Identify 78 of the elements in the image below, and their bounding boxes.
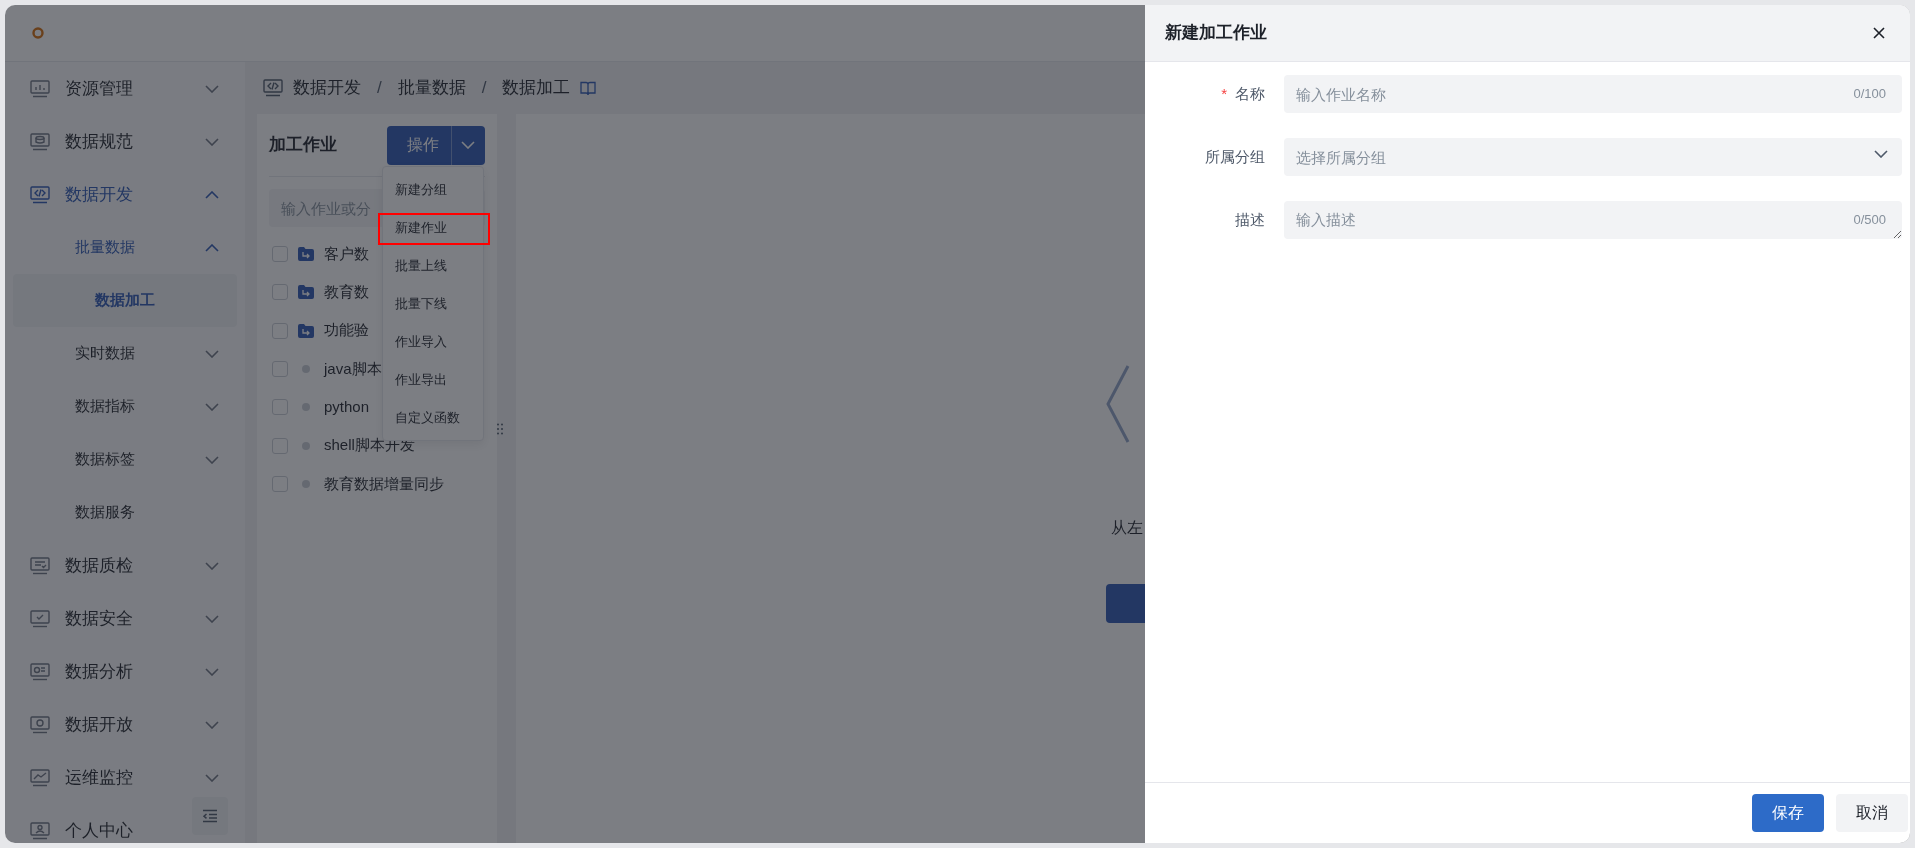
select-field[interactable]: 选择所属分组 (1284, 138, 1902, 176)
breadcrumb-separator: / (377, 77, 382, 100)
chevron-icon (205, 561, 219, 570)
caret-icon (461, 141, 475, 149)
chevron-icon (205, 349, 219, 358)
menu-item[interactable]: 批量下线 (383, 285, 483, 323)
sidebar-item[interactable]: 数据指标 (13, 380, 237, 433)
monitor-icon (30, 662, 50, 681)
breadcrumb-separator: / (481, 77, 487, 100)
drawer-title: 新建加工作业 (1165, 22, 1267, 45)
monitor-icon (30, 821, 50, 840)
tree-item[interactable]: java脚本 (324, 357, 382, 381)
sidebar-item[interactable]: 数据质检 (13, 539, 237, 592)
action-button[interactable]: 操作 (387, 125, 451, 165)
sidebar-item[interactable]: 批量数据 (13, 221, 237, 274)
sidebar-item[interactable]: 实时数据 (13, 327, 237, 380)
menu-item[interactable]: 批量上线 (383, 247, 483, 285)
sidebar-item[interactable]: 数据开发 (13, 168, 237, 221)
chevron-icon (205, 455, 219, 464)
monitor-icon (30, 609, 50, 628)
menu-item[interactable]: 作业导入 (383, 323, 483, 361)
code-icon (263, 79, 283, 97)
chevron-icon (205, 720, 219, 729)
folder-icon (298, 285, 314, 300)
sidebar-item[interactable]: 数据服务 (13, 486, 237, 539)
monitor-icon (30, 132, 50, 151)
monitor-icon (30, 79, 50, 98)
chevron-icon (205, 190, 219, 199)
monitor-icon (30, 715, 50, 734)
breadcrumb-link[interactable]: 数据开发 (293, 75, 361, 101)
menu-item[interactable]: 自定义函数 (383, 399, 483, 437)
panel-title: 加工作业 (269, 134, 337, 157)
sidebar-item[interactable]: 资源管理 (13, 62, 237, 115)
cancel-button[interactable]: 取消 (1836, 794, 1908, 832)
form-label: 所属分组 (1204, 147, 1265, 167)
form-label: * 名称 (1220, 84, 1265, 104)
sidebar-item[interactable]: 个人中心 (13, 804, 237, 843)
sidebar-item[interactable]: 数据安全 (13, 592, 237, 645)
sidebar-item[interactable]: 数据分析 (13, 645, 237, 698)
tree-item[interactable]: 功能验 (324, 319, 369, 342)
chevron-icon (205, 614, 219, 623)
chevron-icon (205, 84, 219, 93)
save-button[interactable]: 保存 (1752, 794, 1824, 832)
char-counter: 0/100 (1853, 85, 1886, 103)
sidebar-item[interactable]: 数据标签 (13, 433, 237, 486)
form-label: 描述 (1234, 210, 1265, 230)
collapse-icon (202, 809, 218, 823)
chevron-icon (1874, 150, 1888, 158)
monitor-icon (30, 185, 50, 204)
char-counter: 0/500 (1853, 211, 1886, 229)
dropdown-toggle-button[interactable] (451, 125, 485, 165)
tree-item[interactable]: 教育数 (324, 281, 369, 304)
chevron-icon (205, 667, 219, 676)
folder-icon (298, 247, 314, 262)
menu-item[interactable]: 作业导出 (383, 361, 483, 399)
tree-item[interactable]: 客户数 (324, 242, 369, 266)
logo-icon (32, 27, 44, 39)
monitor-icon (30, 768, 50, 787)
tree-item[interactable]: python (324, 396, 370, 419)
close-icon (1872, 26, 1886, 40)
empty-state-icon (1106, 364, 1130, 444)
monitor-icon (30, 556, 50, 575)
drag-handle-icon[interactable] (497, 422, 503, 435)
sidebar-item[interactable]: 数据规范 (13, 115, 237, 168)
sidebar-item[interactable]: 运维监控 (13, 751, 237, 804)
chevron-icon (205, 243, 219, 252)
folder-icon (298, 323, 314, 338)
breadcrumb-link[interactable]: 批量数据 (397, 75, 466, 101)
sidebar-item[interactable]: 数据加工 (13, 274, 237, 327)
sidebar-item[interactable]: 数据开放 (13, 698, 237, 751)
tree-item[interactable]: 教育数据增量同步 (324, 472, 444, 496)
chevron-icon (205, 402, 219, 411)
empty-state-text: 从左 (1111, 518, 1143, 538)
book-icon[interactable] (580, 80, 597, 96)
chevron-icon (205, 773, 219, 782)
breadcrumb-link[interactable]: 数据加工 (502, 75, 571, 101)
chevron-icon (205, 137, 219, 146)
collapse-button[interactable] (192, 797, 228, 835)
